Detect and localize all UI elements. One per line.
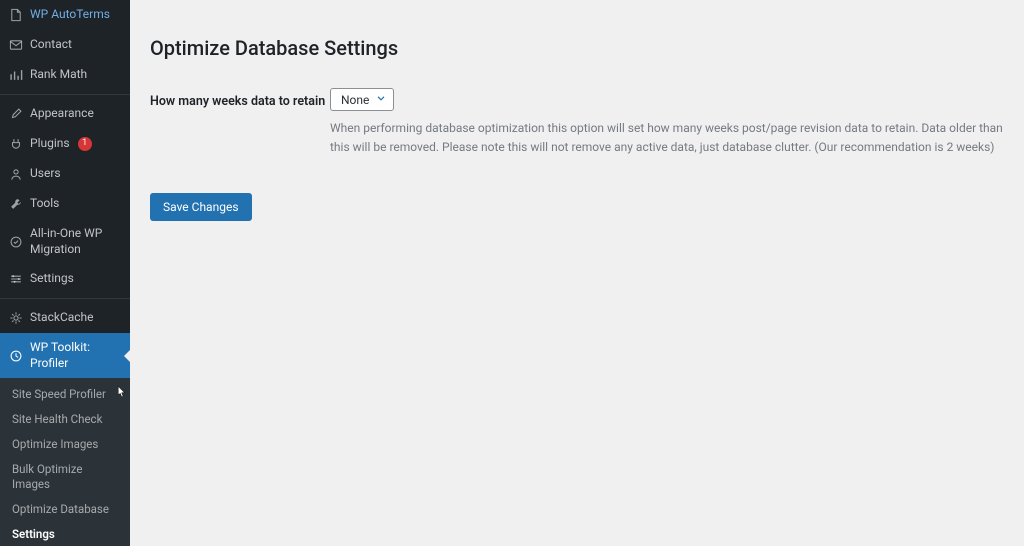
field-control: None When performing database optimizati… xyxy=(330,88,1004,157)
gear-icon xyxy=(8,310,24,326)
submenu-item-optimize-images[interactable]: Optimize Images xyxy=(0,432,130,457)
sidebar-label: Users xyxy=(30,166,61,182)
sidebar-item-contact[interactable]: Contact xyxy=(0,30,130,60)
sidebar-label: Settings xyxy=(30,271,74,287)
migration-icon xyxy=(8,234,24,250)
main-content: Optimize Database Settings How many week… xyxy=(130,0,1024,546)
sidebar-item-settings[interactable]: Settings xyxy=(0,264,130,294)
sidebar-submenu: Site Speed Profiler Site Health Check Op… xyxy=(0,378,130,546)
submenu-label: Bulk Optimize Images xyxy=(12,462,83,491)
sidebar-label: Tools xyxy=(30,196,59,212)
sidebar-item-migration[interactable]: All-in-One WP Migration xyxy=(0,219,130,264)
sidebar-separator xyxy=(0,298,130,299)
sidebar-separator xyxy=(0,94,130,95)
submenu-label: Optimize Images xyxy=(12,437,98,451)
sidebar-label: WP AutoTerms xyxy=(30,7,110,23)
plug-icon xyxy=(8,136,24,152)
user-icon xyxy=(8,166,24,182)
sliders-icon xyxy=(8,271,24,287)
sidebar-item-users[interactable]: Users xyxy=(0,159,130,189)
sidebar-label: WP Toolkit: Profiler xyxy=(30,340,122,371)
form-row-retain-weeks: How many weeks data to retain None When … xyxy=(150,88,1004,157)
submenu-item-bulk-optimize-images[interactable]: Bulk Optimize Images xyxy=(0,457,130,497)
admin-sidebar: WP AutoTerms Contact Rank Math Appearanc… xyxy=(0,0,130,546)
cursor-pointer-icon xyxy=(114,385,128,399)
sidebar-item-wp-toolkit-profiler[interactable]: WP Toolkit: Profiler xyxy=(0,333,130,378)
page-title: Optimize Database Settings xyxy=(150,36,1004,60)
document-icon xyxy=(8,7,24,23)
sidebar-label: StackCache xyxy=(30,310,94,326)
submenu-label: Optimize Database xyxy=(12,502,109,516)
field-label: How many weeks data to retain xyxy=(150,88,330,109)
sidebar-item-stackcache[interactable]: StackCache xyxy=(0,303,130,333)
sidebar-label: All-in-One WP Migration xyxy=(30,226,122,257)
submenu-item-site-speed-profiler[interactable]: Site Speed Profiler xyxy=(0,382,130,407)
chart-icon xyxy=(8,67,24,83)
sidebar-label: Contact xyxy=(30,37,72,53)
sidebar-item-appearance[interactable]: Appearance xyxy=(0,99,130,129)
submenu-label: Site Speed Profiler xyxy=(12,387,106,401)
brush-icon xyxy=(8,106,24,122)
sidebar-item-rank-math[interactable]: Rank Math xyxy=(0,60,130,90)
sidebar-item-plugins[interactable]: Plugins 1 xyxy=(0,129,130,159)
chevron-down-icon xyxy=(375,92,387,107)
mail-icon xyxy=(8,37,24,53)
sidebar-item-tools[interactable]: Tools xyxy=(0,189,130,219)
sidebar-label: Appearance xyxy=(30,106,94,122)
sidebar-item-wp-autoterms[interactable]: WP AutoTerms xyxy=(0,0,130,30)
submenu-item-site-health-check[interactable]: Site Health Check xyxy=(0,407,130,432)
submenu-label: Settings xyxy=(12,527,55,541)
field-help-text: When performing database optimization th… xyxy=(330,119,1004,157)
submenu-item-optimize-database[interactable]: Optimize Database xyxy=(0,497,130,522)
select-value: None xyxy=(341,93,369,107)
update-badge: 1 xyxy=(78,137,92,151)
profiler-icon xyxy=(8,348,24,364)
wrench-icon xyxy=(8,196,24,212)
sidebar-label: Rank Math xyxy=(30,67,87,83)
submenu-item-settings[interactable]: Settings xyxy=(0,522,130,546)
sidebar-label: Plugins xyxy=(30,136,70,152)
submenu-label: Site Health Check xyxy=(12,412,102,426)
save-button[interactable]: Save Changes xyxy=(150,193,252,221)
retain-weeks-select[interactable]: None xyxy=(330,88,394,111)
